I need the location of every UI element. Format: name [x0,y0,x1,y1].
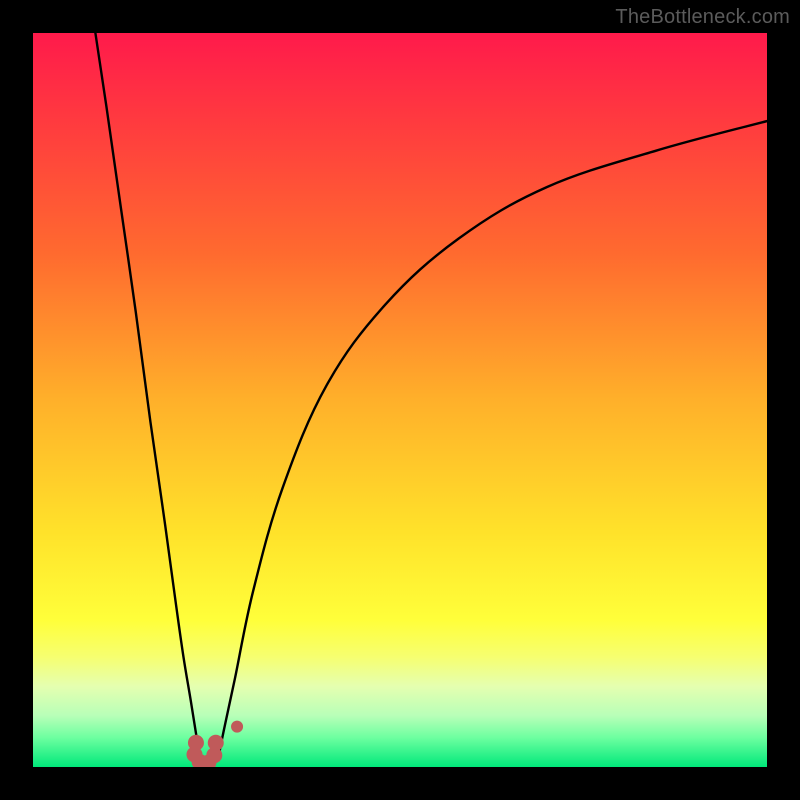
curve-right-branch [218,121,767,760]
chart-frame: TheBottleneck.com [0,0,800,800]
watermark-text: TheBottleneck.com [615,6,790,29]
plot-area [33,33,767,767]
curve-layer [33,33,767,767]
curve-left-branch [95,33,200,760]
marker-dot [208,735,224,751]
marker-dot [231,721,243,733]
